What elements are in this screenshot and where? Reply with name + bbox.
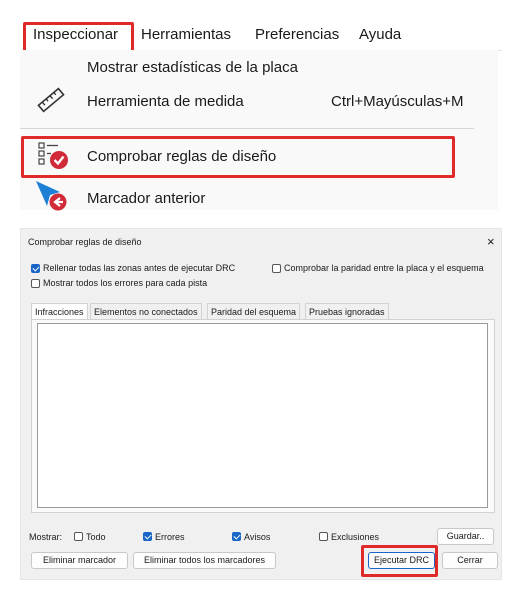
menu-ayuda[interactable]: Ayuda — [359, 26, 401, 43]
all-errors-checkbox[interactable] — [31, 279, 40, 288]
menu-item-board-statistics[interactable]: Mostrar estadísticas de la placa — [87, 59, 298, 76]
fill-zones-label: Rellenar todas las zonas antes de ejecut… — [43, 263, 236, 273]
filter-exclusions-checkbox[interactable] — [319, 532, 328, 541]
highlight-drc-menu-item — [21, 136, 455, 178]
filter-errors-checkbox[interactable] — [143, 532, 152, 541]
filter-warnings-label: Avisos — [244, 532, 271, 542]
parity-checkbox[interactable] — [272, 264, 281, 273]
filter-errors-label: Errores — [155, 532, 185, 542]
tab-strip: Infracciones Elementos no conectados Par… — [31, 303, 495, 320]
measure-tool-shortcut: Ctrl+Mayúsculas+M — [331, 93, 464, 110]
highlight-run-drc — [361, 545, 438, 577]
all-errors-label: Mostrar todos los errores para cada pist… — [43, 278, 208, 288]
fill-zones-checkbox[interactable] — [31, 264, 40, 273]
tab-schematic-parity[interactable]: Paridad del esquema — [207, 303, 301, 319]
parity-label: Comprobar la paridad entre la placa y el… — [284, 263, 484, 273]
show-label: Mostrar: — [29, 532, 63, 542]
menu-item-measure-tool[interactable]: Herramienta de medida — [87, 93, 244, 110]
inspect-dropdown-menu: Mostrar estadísticas de la placa Herrami… — [20, 50, 498, 212]
filter-warnings-checkbox[interactable] — [232, 532, 241, 541]
menu-preferencias[interactable]: Preferencias — [255, 26, 339, 43]
filter-all-checkbox[interactable] — [74, 532, 83, 541]
tab-panel — [31, 319, 495, 513]
violations-list[interactable] — [37, 323, 488, 508]
filter-exclusions-label: Exclusiones — [331, 532, 380, 542]
tab-infracciones[interactable]: Infracciones — [31, 303, 88, 320]
save-button[interactable]: Guardar.. — [437, 528, 494, 545]
previous-marker-icon — [34, 180, 70, 212]
delete-marker-button[interactable]: Eliminar marcador — [31, 552, 128, 569]
menu-item-previous-marker[interactable]: Marcador anterior — [87, 190, 205, 207]
tab-ignored-tests[interactable]: Pruebas ignoradas — [305, 303, 389, 319]
delete-all-markers-button[interactable]: Eliminar todos los marcadores — [133, 552, 276, 569]
tab-unconnected[interactable]: Elementos no conectados — [90, 303, 202, 319]
ruler-icon — [36, 85, 66, 115]
drc-dialog: Comprobar reglas de diseño × Rellenar to… — [20, 228, 502, 580]
filter-all-label: Todo — [86, 532, 106, 542]
close-icon[interactable]: × — [487, 234, 495, 249]
close-button[interactable]: Cerrar — [442, 552, 498, 569]
menu-herramientas[interactable]: Herramientas — [141, 26, 231, 43]
dialog-title: Comprobar reglas de diseño — [28, 237, 142, 247]
menu-separator — [20, 128, 474, 129]
